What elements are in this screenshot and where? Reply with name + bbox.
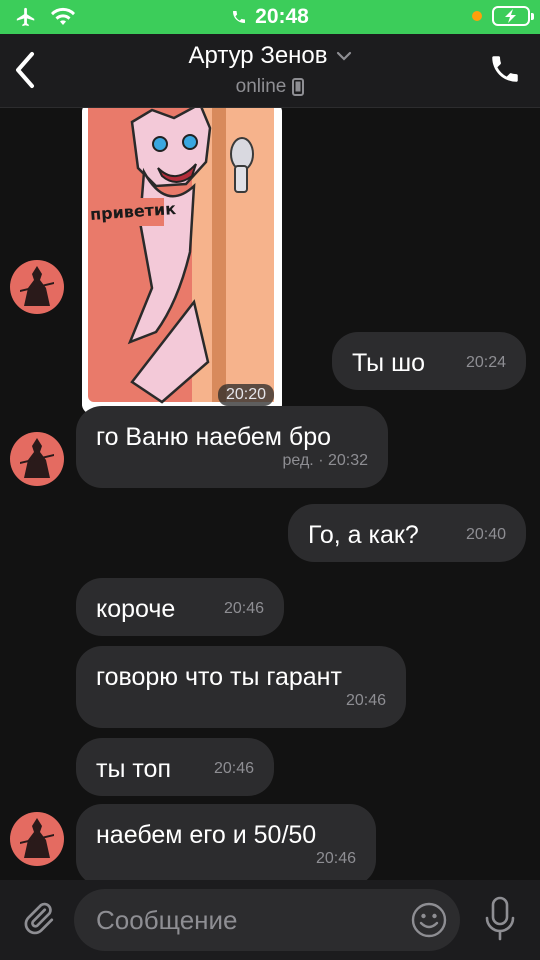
avatar[interactable] [10, 260, 64, 314]
status-time-text: 20:48 [255, 5, 309, 28]
microphone-icon [485, 896, 515, 941]
message-bubble-outgoing[interactable]: Ты шо 20:24 [332, 332, 526, 390]
attach-button[interactable] [20, 898, 56, 938]
privacy-indicator-dot [472, 11, 482, 21]
avatar[interactable] [10, 432, 64, 486]
emoji-button[interactable] [410, 901, 448, 939]
voice-message-button[interactable] [482, 896, 518, 942]
sticker-cat-image [82, 108, 282, 414]
contact-name: Артур Зенов [188, 42, 328, 69]
message-bubble-incoming[interactable]: наебем его и 50/50 20:46 [76, 804, 376, 880]
status-bar: 20:48 [0, 0, 540, 34]
message-input[interactable]: Сообщение [74, 889, 460, 951]
chevron-down-icon [336, 51, 351, 61]
message-bubble-incoming[interactable]: короче 20:46 [76, 578, 284, 636]
paperclip-icon [24, 902, 54, 935]
message-time: 20:46 [345, 692, 386, 709]
sticker-time: 20:20 [217, 384, 274, 406]
chat-header: Артур Зенов online [0, 34, 540, 108]
phone-icon [492, 56, 518, 82]
message-input-placeholder: Сообщение [96, 905, 238, 935]
sticker-message[interactable]: приветик 20:20 [82, 108, 282, 414]
message-bubble-incoming[interactable]: ты топ 20:46 [76, 738, 274, 796]
message-bubble-outgoing[interactable]: Го, а как? 20:40 [288, 504, 526, 562]
smile-icon [411, 902, 447, 938]
message-bubble-incoming[interactable]: говорю что ты гарант 20:46 [76, 646, 406, 728]
message-text: говорю что ты гарант [96, 663, 342, 691]
battery-charging-icon [492, 6, 534, 26]
message-time: 20:46 [315, 850, 356, 867]
message-time: 20:46 [213, 760, 254, 777]
status-time: 20:48 [0, 5, 540, 29]
chat-title-area[interactable]: Артур Зенов online [0, 42, 540, 98]
contact-status: online [235, 76, 287, 97]
avatar-figure-icon [20, 818, 54, 858]
contact-name-row[interactable]: Артур Зенов [188, 42, 351, 70]
message-composer: Сообщение [0, 880, 540, 960]
mobile-device-icon [292, 78, 305, 96]
message-time: 20:40 [465, 526, 506, 543]
avatar-figure-icon [20, 438, 54, 478]
avatar-figure-icon [20, 266, 54, 306]
message-time: 20:24 [465, 354, 506, 371]
status-icons-right [472, 6, 534, 26]
call-active-icon [233, 11, 246, 23]
message-time: 20:46 [223, 600, 264, 617]
message-bubble-incoming[interactable]: го Ваню наебем бро ред. · 20:32 [76, 406, 388, 488]
message-time: ред. · 20:32 [282, 452, 368, 469]
avatar[interactable] [10, 812, 64, 866]
message-list[interactable]: приветик 20:20 Ты шо 20:24 го Ваню наебе… [0, 108, 540, 880]
call-button[interactable] [488, 52, 524, 88]
contact-status-row: online [236, 76, 305, 98]
